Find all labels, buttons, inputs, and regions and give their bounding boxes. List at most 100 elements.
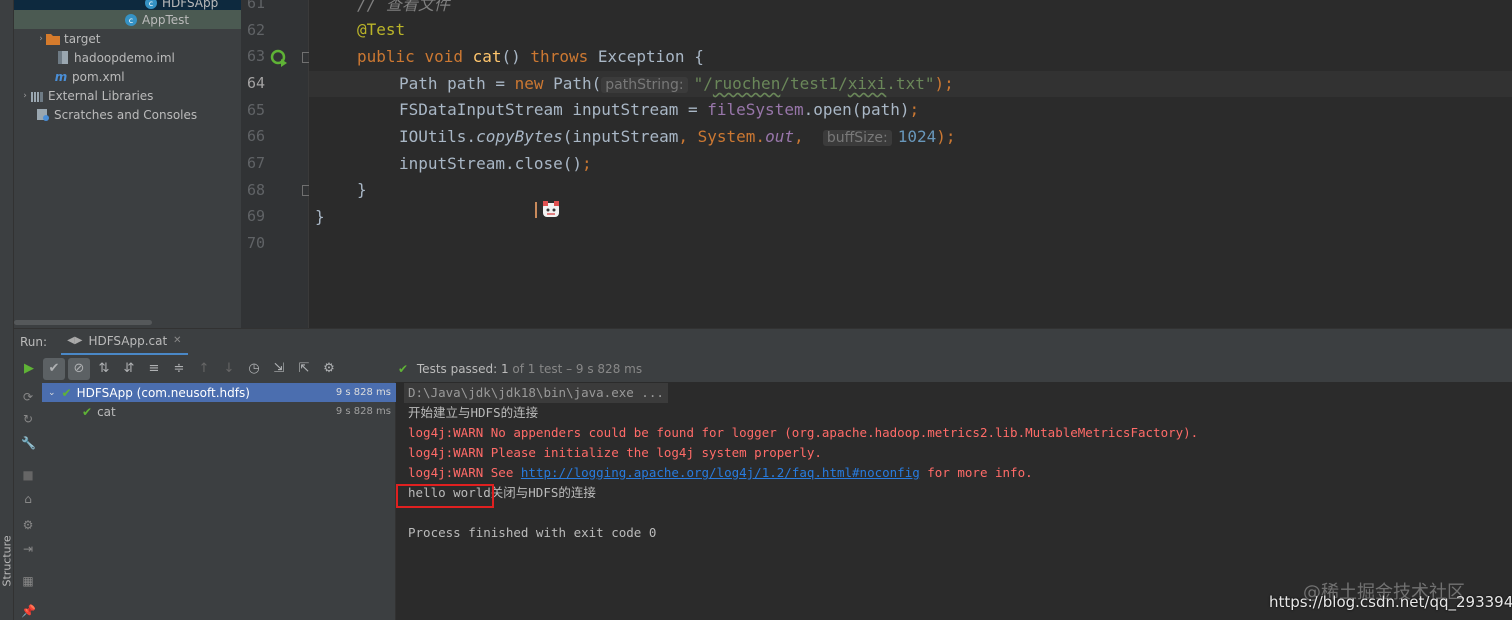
check-icon: ✔: [398, 362, 409, 376]
test-case-row[interactable]: ✔ cat 9 s 828 ms: [42, 402, 396, 421]
exit-icon[interactable]: ⇥: [21, 542, 35, 556]
code-text: ;: [909, 100, 920, 119]
tree-item-iml[interactable]: hadoopdemo.iml: [14, 48, 241, 67]
test-results-tree: ⌄ ✔ HDFSApp (com.neusoft.hdfs) 9 s 828 m…: [42, 382, 396, 620]
pin-tab-icon[interactable]: ⟳: [21, 390, 35, 404]
left-tool-stripe: [0, 0, 14, 620]
run-side-toolbar: ⟳ ↻ 🔧 ■ ⌂ ⚙ ⇥ ▦ 📌: [14, 382, 42, 620]
code-method-name: copyBytes: [476, 127, 563, 146]
check-icon: ✔: [61, 385, 72, 400]
svg-text:c: c: [129, 16, 133, 25]
console-warn-line: log4j:WARN Please initialize the log4j s…: [408, 445, 822, 460]
code-keyword: public: [357, 47, 415, 66]
sort-alpha-icon[interactable]: ⇅: [93, 358, 115, 380]
console-text: for more info.: [919, 465, 1033, 480]
chevron-right-icon[interactable]: ›: [20, 91, 30, 101]
tree-item-scratches[interactable]: Scratches and Consoles: [14, 105, 241, 124]
tree-item-external-libraries[interactable]: › External Libraries: [14, 86, 241, 105]
code-string: .txt": [886, 74, 935, 93]
prev-failed-icon[interactable]: ↑: [193, 358, 215, 380]
class-icon: c: [144, 0, 158, 10]
code-text: inputStream.close(): [399, 154, 583, 173]
tests-passed-count: 1: [500, 362, 509, 376]
code-field: out: [765, 127, 794, 146]
tree-item-target[interactable]: › target: [14, 29, 241, 48]
tree-item-label: pom.xml: [72, 69, 125, 84]
tree-item-label: HDFSApp: [162, 0, 219, 10]
chevron-right-icon[interactable]: ›: [36, 34, 46, 44]
file-icon: [56, 51, 70, 65]
console-warn-line: log4j:WARN No appenders could be found f…: [408, 425, 1199, 440]
gear-icon[interactable]: ⚙: [21, 518, 35, 532]
structure-tool-label[interactable]: Structure: [1, 535, 14, 586]
code-text: Path path =: [399, 74, 515, 93]
code-text: FSDataInputStream inputStream =: [399, 100, 708, 119]
stop-icon[interactable]: ■: [21, 468, 35, 482]
code-text: Path(: [543, 74, 602, 93]
tree-item-pom[interactable]: m pom.xml: [14, 67, 241, 86]
line-number: 61: [246, 0, 265, 12]
project-tree: c HDFSApp c AppTest › target hadoopdemo.…: [14, 0, 241, 328]
code-string: /test1/: [780, 74, 848, 93]
line-number: 62: [246, 21, 265, 39]
expand-all-icon[interactable]: ≡: [143, 358, 165, 380]
line-number: 66: [246, 127, 265, 145]
annotation-highlight-box: [396, 484, 494, 508]
code-line-61: // 查看文件: [357, 0, 450, 14]
run-test-gutter-icon[interactable]: [270, 49, 288, 67]
show-ignored-icon[interactable]: ⊘: [68, 357, 90, 380]
maven-icon: m: [54, 69, 68, 84]
text-cursor: [535, 202, 537, 218]
run-tab-hdfsapp-cat[interactable]: ◀▶ HDFSApp.cat ✕: [61, 329, 188, 356]
show-passed-icon[interactable]: ✔: [43, 357, 65, 380]
code-number: 1024: [897, 127, 937, 146]
pin-icon[interactable]: 📌: [21, 604, 36, 618]
code-line-67: inputStream.close();: [399, 151, 592, 177]
code-keyword: throws: [530, 47, 589, 66]
code-text: ;: [582, 154, 592, 173]
tests-passed-label: Tests passed:: [416, 362, 498, 376]
import-tests-icon[interactable]: ⇲: [268, 358, 290, 380]
run-tool-window-header: Run: ◀▶ HDFSApp.cat ✕: [14, 328, 1512, 356]
close-icon[interactable]: ✕: [173, 335, 181, 346]
sort-duration-icon[interactable]: ⇵: [118, 358, 140, 380]
camera-icon[interactable]: ⌂: [21, 492, 35, 506]
rerun-failed-icon[interactable]: ↻: [21, 412, 35, 426]
code-string-typo: xixi: [847, 74, 887, 93]
code-text: );: [936, 127, 956, 146]
code-line-64: Path path = new Path(pathString: "/ruoche…: [399, 71, 954, 97]
line-number: 70: [246, 234, 265, 252]
export-tests-icon[interactable]: ⇱: [293, 358, 315, 380]
tree-item-label: target: [64, 31, 101, 46]
code-text: );: [934, 74, 954, 93]
code-editor[interactable]: // 查看文件 @Test public void cat() throws E…: [309, 0, 1512, 328]
code-string-typo: ruochen: [712, 74, 781, 93]
wrench-icon[interactable]: 🔧: [21, 436, 36, 450]
tree-item-apptest[interactable]: c AppTest: [14, 10, 241, 29]
code-text: (inputStream: [562, 127, 679, 146]
rerun-icon[interactable]: ▶: [18, 358, 40, 380]
console-command-line[interactable]: D:\Java\jdk\jdk18\bin\java.exe ...: [404, 383, 668, 403]
tree-horizontal-scrollbar[interactable]: [14, 320, 152, 325]
console-warn-line: log4j:WARN See http://logging.apache.org…: [408, 463, 1033, 483]
run-label: Run:: [20, 335, 48, 349]
scratch-icon: [36, 108, 50, 122]
folder-icon: [46, 32, 60, 46]
collapse-all-icon[interactable]: ≑: [168, 358, 190, 380]
console-exit-line: Process finished with exit code 0: [408, 525, 657, 540]
history-icon[interactable]: ◷: [243, 358, 265, 380]
param-hint: buffSize:: [822, 130, 892, 146]
log4j-faq-link[interactable]: http://logging.apache.org/log4j/1.2/faq.…: [521, 465, 920, 480]
line-number: 69: [246, 207, 265, 225]
code-method-name: cat: [472, 47, 502, 66]
settings-icon[interactable]: ⚙: [318, 358, 340, 380]
code-text: ,: [793, 127, 804, 146]
layout-icon[interactable]: ▦: [21, 574, 35, 588]
next-failed-icon[interactable]: ↓: [218, 358, 240, 380]
chevron-down-icon[interactable]: ⌄: [48, 388, 56, 398]
class-icon: c: [124, 13, 138, 27]
test-suite-row[interactable]: ⌄ ✔ HDFSApp (com.neusoft.hdfs) 9 s 828 m…: [42, 383, 396, 402]
library-icon: [30, 89, 44, 103]
watermark-csdn: https://blog.csdn.net/qq_29339467: [1269, 593, 1512, 611]
test-duration: 9 s 828 ms: [335, 387, 391, 398]
